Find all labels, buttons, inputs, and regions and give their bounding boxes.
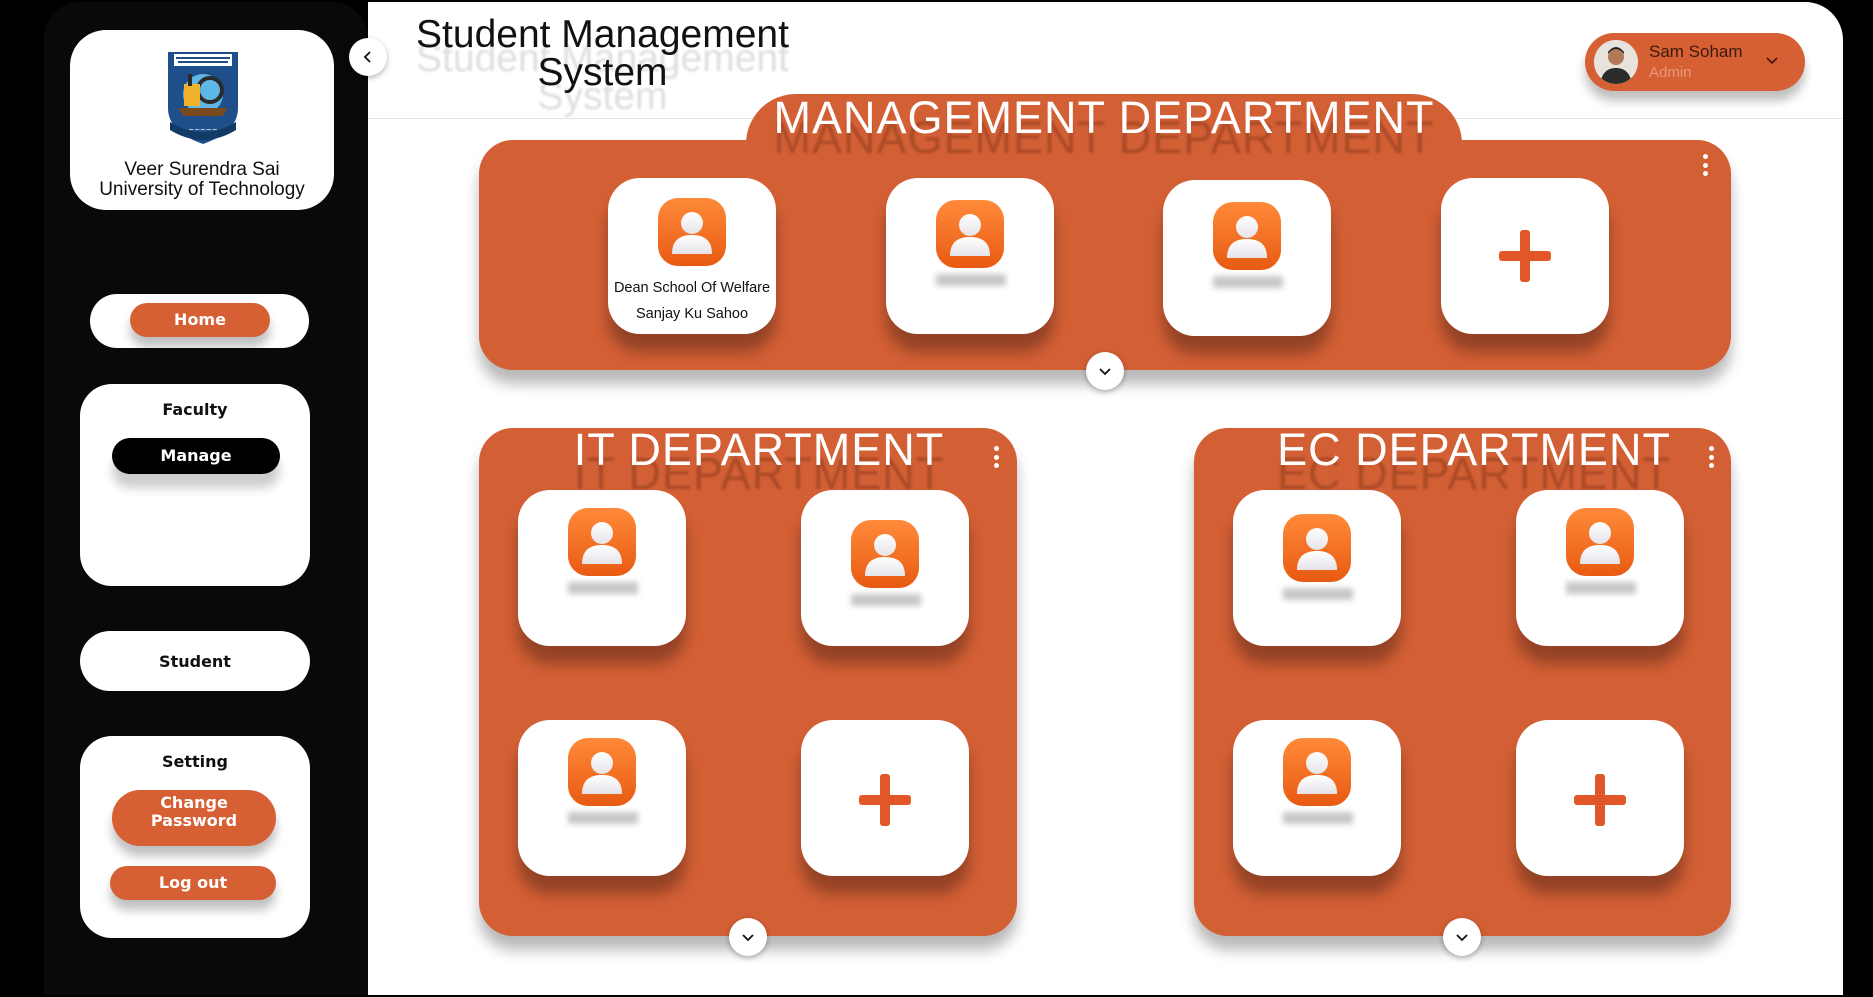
management-more-icon[interactable] <box>1701 154 1709 182</box>
student-label: Student <box>159 652 231 671</box>
management-member-card[interactable]: Dean School Of Welfare Sanjay Ku Sahoo <box>608 178 776 334</box>
user-avatar-icon <box>1281 736 1353 808</box>
university-name-line2: University of Technology <box>99 179 305 200</box>
faculty-title: Faculty <box>162 400 228 419</box>
add-plus-icon <box>1566 766 1634 834</box>
icon-shadow <box>1566 582 1636 594</box>
collapse-sidebar-button[interactable] <box>349 38 387 76</box>
logout-button[interactable]: Log out <box>110 866 276 900</box>
add-plus-icon <box>1491 222 1559 290</box>
it-department-title: IT DEPARTMENT <box>573 424 945 475</box>
app-frame: ~~~~~ Veer Surendra Sai University of Te… <box>0 0 1873 997</box>
university-name: Veer Surendra Sai University of Technolo… <box>70 160 334 200</box>
university-emblem-icon: ~~~~~ <box>168 52 238 144</box>
it-member-card[interactable] <box>518 490 686 646</box>
home-button[interactable]: Home <box>130 303 270 337</box>
chevron-down-icon <box>1766 57 1778 65</box>
ec-member-card[interactable] <box>1233 720 1401 876</box>
chevron-down-icon <box>742 934 754 942</box>
student-card[interactable]: Student <box>80 631 310 691</box>
user-avatar-icon <box>849 518 921 590</box>
icon-shadow <box>568 812 638 824</box>
user-avatar-icon <box>566 736 638 808</box>
app-title-line2: System <box>537 51 668 94</box>
user-photo-icon <box>1594 40 1638 84</box>
management-expand-button[interactable] <box>1086 352 1124 390</box>
it-member-card[interactable] <box>518 720 686 876</box>
avatar <box>1594 40 1638 84</box>
icon-shadow <box>1213 276 1283 288</box>
ec-member-card[interactable] <box>1516 490 1684 646</box>
user-avatar-icon <box>1211 200 1283 272</box>
ec-expand-button[interactable] <box>1443 918 1481 956</box>
setting-title: Setting <box>162 752 228 771</box>
faculty-manage-button[interactable]: Manage <box>112 438 280 474</box>
chevron-down-icon <box>1099 368 1111 376</box>
it-add-member-button[interactable] <box>801 720 969 876</box>
user-avatar-icon <box>566 506 638 578</box>
icon-shadow <box>568 582 638 594</box>
university-name-line1: Veer Surendra Sai <box>124 159 280 180</box>
university-logo-card: ~~~~~ Veer Surendra Sai University of Te… <box>70 30 334 210</box>
management-member-card[interactable] <box>1163 180 1331 336</box>
ec-department-title: EC DEPARTMENT <box>1277 424 1671 475</box>
chevron-down-icon <box>1456 934 1468 942</box>
app-title: Student Management System <box>400 13 805 94</box>
svg-text:~~~~~: ~~~~~ <box>188 126 217 134</box>
user-avatar-icon <box>1564 506 1636 578</box>
user-role: Admin <box>1649 64 1692 81</box>
ec-add-member-button[interactable] <box>1516 720 1684 876</box>
icon-shadow <box>851 594 921 606</box>
chevron-left-icon <box>363 51 371 63</box>
it-expand-button[interactable] <box>729 918 767 956</box>
ec-member-card[interactable] <box>1233 490 1401 646</box>
it-member-card[interactable] <box>801 490 969 646</box>
icon-shadow <box>1283 812 1353 824</box>
member-title: Dean School Of Welfare <box>613 280 771 296</box>
management-add-member-button[interactable] <box>1441 178 1609 334</box>
user-avatar-icon <box>1281 512 1353 584</box>
it-more-icon[interactable] <box>992 446 1000 474</box>
change-password-line1: Change <box>160 793 228 812</box>
user-menu[interactable]: Sam Soham Admin <box>1585 33 1805 91</box>
faculty-card: Faculty <box>80 384 310 586</box>
user-avatar-icon <box>656 196 728 268</box>
member-name: Sanjay Ku Sahoo <box>635 306 749 322</box>
icon-shadow <box>1283 588 1353 600</box>
change-password-button[interactable]: Change Password <box>112 790 276 846</box>
user-avatar-icon <box>934 198 1006 270</box>
icon-shadow <box>936 274 1006 286</box>
user-name: Sam Soham <box>1649 42 1743 61</box>
add-plus-icon <box>851 766 919 834</box>
ec-more-icon[interactable] <box>1707 446 1715 474</box>
app-title-line1: Student Management <box>416 13 789 56</box>
change-password-line2: Password <box>150 811 238 830</box>
management-department-title: MANAGEMENT DEPARTMENT <box>773 92 1435 143</box>
management-member-card[interactable] <box>886 178 1054 334</box>
